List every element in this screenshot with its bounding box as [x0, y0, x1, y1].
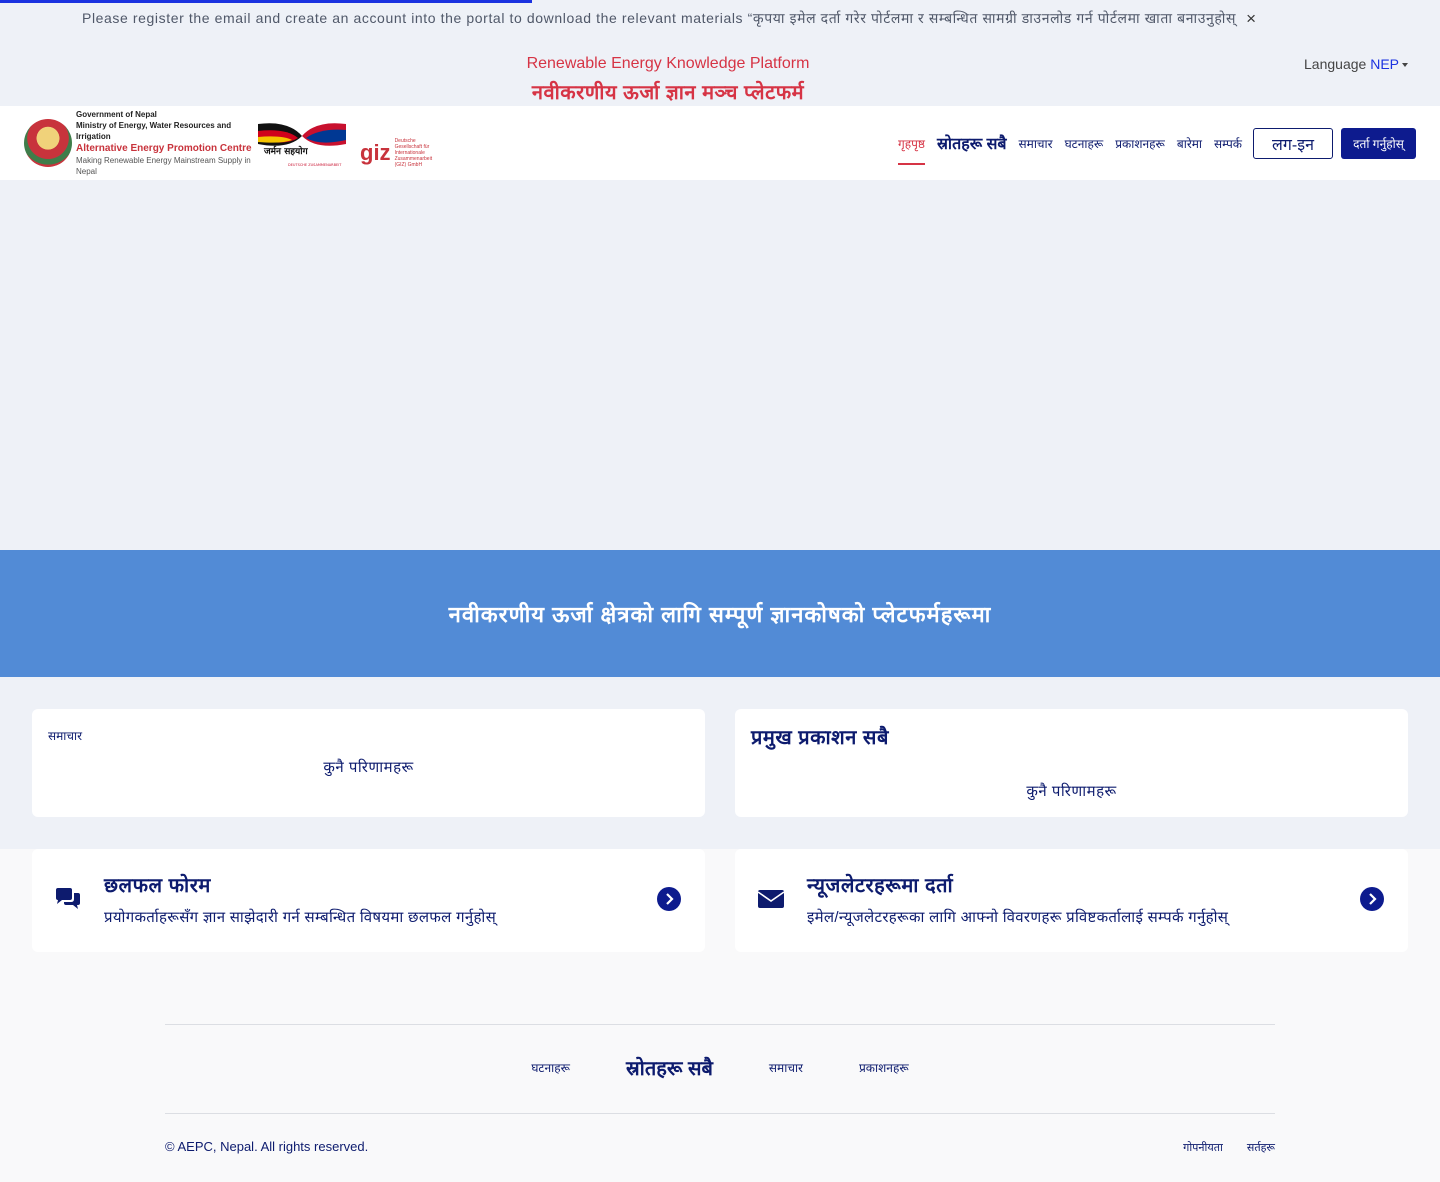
aepc-gov-line: Government of Nepal — [76, 110, 157, 119]
terms-link[interactable]: सर्तहरू — [1247, 1140, 1275, 1155]
footer-nav-news[interactable]: समाचार — [769, 1059, 803, 1076]
giz-subtext: Deutsche Gesellschaft für Internationale… — [394, 138, 433, 168]
german-coop-sub: DEUTSCHE ZUSAMMENARBEIT — [288, 163, 342, 167]
footer-nav-publications[interactable]: प्रकाशनहरू — [859, 1059, 909, 1076]
aepc-tagline: Making Renewable Energy Mainstream Suppl… — [76, 156, 251, 176]
language-label: Language — [1304, 56, 1367, 72]
german-cooperation-logo: जर्मन सहयोग DEUTSCHE ZUSAMMENARBEIT — [258, 123, 346, 167]
aepc-logo[interactable]: Government of Nepal Ministry of Energy, … — [24, 110, 254, 176]
chevron-right-icon[interactable] — [1360, 887, 1384, 911]
publications-heading: प्रमुख प्रकाशन सबै — [751, 727, 889, 749]
footer-nav: घटनाहरू स्रोतहरू सबै समाचार प्रकाशनहरू — [0, 1054, 1440, 1081]
nav-events[interactable]: घटनाहरू — [1065, 135, 1104, 152]
close-icon[interactable]: × — [1246, 9, 1257, 29]
news-card: समाचार कुनै परिणामहरू — [32, 709, 705, 817]
login-button[interactable]: लग-इन — [1253, 128, 1333, 159]
nav-about[interactable]: बारेमा — [1177, 135, 1202, 152]
caret-down-icon — [1402, 63, 1408, 67]
news-empty-message: कुनै परिणामहरू — [323, 759, 414, 776]
comments-icon — [56, 888, 80, 909]
copyright-text: © AEPC, Nepal. All rights reserved. — [165, 1139, 369, 1154]
page-load-progress-bar — [0, 0, 532, 3]
nav-publications[interactable]: प्रकाशनहरू — [1115, 135, 1165, 152]
aepc-name: Alternative Energy Promotion Centre — [76, 143, 252, 154]
register-button[interactable]: दर्ता गर्नुहोस् — [1341, 128, 1416, 159]
forum-description: प्रयोगकर्ताहरूसँग ज्ञान साझेदारी गर्न सम… — [104, 909, 497, 926]
publications-empty-message: कुनै परिणामहरू — [1026, 783, 1117, 800]
intro-banner: नवीकरणीय ऊर्जा क्षेत्रको लागि सम्पूर्ण ज… — [0, 550, 1440, 677]
newsletter-description: इमेल/न्यूजलेटरहरूका लागि आफ्नो विवरणहरू … — [807, 909, 1229, 926]
envelope-icon — [757, 890, 785, 908]
forum-title: छलफल फोरम — [104, 875, 211, 897]
registration-notice: Please register the email and create an … — [82, 8, 1408, 29]
newsletter-feature-card[interactable]: न्यूजलेटरहरूमा दर्ता इमेल/न्यूजलेटरहरूका… — [735, 849, 1408, 952]
platform-title-nepali: नवीकरणीय ऊर्जा ज्ञान मञ्च प्लेटफर्म — [531, 82, 805, 104]
footer-nav-resources[interactable]: स्रोतहरू सबै — [626, 1054, 713, 1081]
privacy-link[interactable]: गोपनीयता — [1183, 1140, 1223, 1155]
primary-menu: गृहपृष्ठ स्रोतहरू सबै समाचार घटनाहरू प्र… — [897, 106, 1242, 180]
footer-divider-bottom — [165, 1113, 1275, 1114]
news-heading: समाचार — [48, 729, 83, 743]
german-coop-text: जर्मन सहयोग — [263, 145, 309, 157]
giz-logo: giz Deutsche Gesellschaft für Internatio… — [360, 138, 445, 168]
newsletter-title: न्यूजलेटरहरूमा दर्ता — [807, 875, 954, 897]
aepc-ministry-line: Ministry of Energy, Water Resources and … — [76, 121, 232, 141]
footer-nav-events[interactable]: घटनाहरू — [531, 1059, 570, 1076]
footer-legal-links: गोपनीयता सर्तहरू — [1183, 1140, 1275, 1155]
hero-area — [0, 180, 1440, 550]
language-selector[interactable]: Language NEP — [1304, 56, 1408, 72]
nav-contact[interactable]: सम्पर्क — [1214, 135, 1242, 152]
language-value[interactable]: NEP — [1370, 56, 1399, 72]
chevron-right-icon[interactable] — [657, 887, 681, 911]
nav-news[interactable]: समाचार — [1019, 135, 1053, 152]
forum-feature-card[interactable]: छलफल फोरम प्रयोगकर्ताहरूसँग ज्ञान साझेदा… — [32, 849, 705, 952]
nav-resources[interactable]: स्रोतहरू सबै — [937, 132, 1007, 154]
nepal-emblem-icon — [24, 119, 72, 167]
platform-title-english: Renewable Energy Knowledge Platform — [526, 55, 810, 72]
footer-divider-top — [165, 1024, 1275, 1025]
banner-text: नवीकरणीय ऊर्जा क्षेत्रको लागि सम्पूर्ण ज… — [448, 601, 992, 627]
giz-text: giz — [360, 140, 391, 165]
notice-text: Please register the email and create an … — [82, 10, 1237, 26]
publications-card: प्रमुख प्रकाशन सबै कुनै परिणामहरू — [735, 709, 1408, 817]
main-navbar: Government of Nepal Ministry of Energy, … — [0, 106, 1440, 180]
nav-home[interactable]: गृहपृष्ठ — [897, 135, 925, 165]
